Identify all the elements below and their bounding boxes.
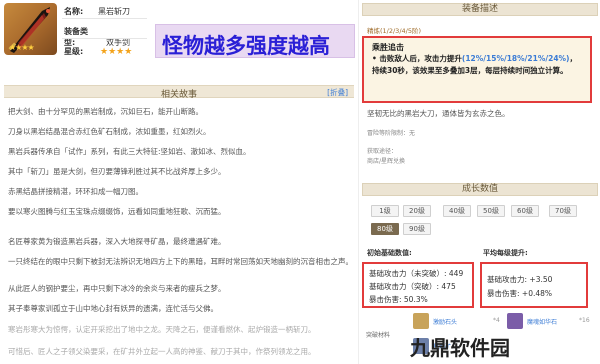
equip-header: 装备描述: [362, 3, 598, 16]
material-item[interactable]: 激励石头 *4: [413, 313, 503, 331]
base-stat: 暴击伤害: 50.3%: [369, 295, 428, 304]
site-watermark: 九鼎软件园: [410, 336, 510, 360]
avg-stats-box: 基础攻击力: +3.50 暴击伤害: +0.48%: [480, 262, 588, 308]
weapon-description: 坚韧无比的黑岩大刀，通体皆为玄赤之色。: [367, 109, 510, 118]
base-stat: 基础攻击力（突破）: 475: [369, 282, 456, 291]
story-line: 黑岩兵器传承自「试作」系列，有此三大特征:坚如岩、澈如冰、烈似血。: [8, 147, 251, 156]
promo-banner: 怪物越多强度越高: [155, 24, 355, 58]
divider: [62, 38, 147, 39]
level-button-80[interactable]: 80级: [371, 223, 399, 235]
story-line: 把大剑、由十分罕见的黑岩制成，沉如巨石，能开山断路。: [8, 107, 203, 116]
source-value: 商店/星辉兑换: [367, 158, 406, 165]
weapon-image: ★★★★: [4, 3, 57, 55]
avg-stat: 基础攻击力: +3.50: [487, 275, 553, 284]
story-line: 名匠尊家黄为锻造黑岩兵器，深入大地探寻矿晶，最终遭遇矿难。: [8, 237, 226, 246]
story-line: 赤黑结晶拼接精湛，环环扣成一幅刀图。: [8, 187, 143, 196]
story-line: 其中「斩刀」虽是大剑，但刃要薄锋利胜过其不比战斧厚上多少。: [8, 167, 226, 176]
level-button-90[interactable]: 90级: [403, 223, 431, 235]
source-label: 获取途径：: [367, 148, 398, 155]
story-header: 相关故事 [折叠]: [4, 85, 354, 100]
fold-link[interactable]: [折叠]: [327, 87, 348, 98]
base-stats-heading: 初始基础数值:: [367, 249, 412, 257]
avg-stat: 暴击伤害: +0.48%: [487, 289, 553, 298]
story-line: 寒岩彤寒大为惊愕，认定开采挖出了地中之龙。天降之石，便谨看燃休、起炉锻造一柄斩刀…: [8, 325, 316, 334]
base-stat: 基础攻击力（未突破）: 449: [369, 269, 464, 278]
effect-text-pre: • 击败敌人后，攻击力提升: [372, 54, 462, 63]
growth-header: 成长数值: [362, 183, 598, 196]
avg-stats-heading: 平均每级提升:: [483, 249, 528, 257]
material-count: *4: [493, 317, 500, 324]
effect-values: (12%/15%/18%/21%/24%): [461, 54, 570, 63]
type-row: 装备类型: 双手剑: [64, 26, 130, 48]
story-line: 一只终结在的眼中只剩下被封无法辨识无地四方上下的黑暗，耳畔时常回荡如天地幽刻的沉…: [8, 257, 348, 266]
name-label: 名称:: [64, 7, 84, 16]
promo-text: 怪物越多强度越高: [162, 34, 330, 58]
effect-title: 乘胜追击: [372, 43, 404, 52]
thumb-stars: ★★★★: [9, 43, 35, 52]
left-column: ★★★★ 名称: 黑岩斩刀 装备类型: 双手剑 星级: ★★★★ 怪物越多强度越高 相…: [0, 0, 358, 364]
story-line: 其子奉尊家训孤立于山中地心封有妖异的遗满，连忙活与父佛。: [8, 304, 218, 313]
level-button-40[interactable]: 40级: [443, 205, 471, 217]
passive-effect-box: 乘胜追击 • 击败敌人后，攻击力提升(12%/15%/18%/21%/24%)，…: [362, 36, 592, 103]
effect-text: • 击败敌人后，攻击力提升(12%/15%/18%/21%/24%)，持续30秒…: [372, 53, 584, 77]
level-button-1[interactable]: 1级: [371, 205, 399, 217]
story-line: 刀身以黑岩结晶混合赤红色矿石制成，浓如重墨，红如烈火。: [8, 127, 211, 136]
material-count: *16: [579, 317, 590, 324]
divider: [62, 18, 147, 19]
material-name: 激励石头: [433, 319, 458, 326]
story-title: 相关故事: [160, 90, 197, 100]
material-icon: [413, 313, 429, 329]
rarity-stars: ★★★★: [100, 47, 133, 57]
rank-limit: 冒险等阶限制：无: [367, 130, 416, 137]
level-button-70[interactable]: 70级: [549, 205, 577, 217]
type-label: 装备类型:: [64, 27, 88, 47]
material-icon: [507, 313, 523, 329]
material-name: 魔魂如华石: [527, 319, 558, 326]
name-value: 黑岩斩刀: [98, 7, 130, 16]
level-button-20[interactable]: 20级: [403, 205, 431, 217]
rarity-row: 星级: ★★★★: [64, 46, 132, 57]
story-line: 要以寒火图腾与红玉宝珠点缀缀饰，远看如同重地狂歌、沉而猛。: [8, 207, 226, 216]
name-row: 名称: 黑岩斩刀: [64, 6, 130, 17]
story-line: 从此匠人的钢护要尘，再中只剩下冰冷的余炎与来者的瘦兵之梦。: [8, 284, 226, 293]
refine-label: 精炼(1/2/3/4/5阶): [367, 27, 422, 35]
base-stats-box: 基础攻击力（未突破）: 449 基础攻击力（突破）: 475 暴击伤害: 50.…: [362, 262, 474, 308]
rarity-label: 星级:: [64, 47, 84, 56]
story-line: 可惜后、匠人之子领父染要采，在矿井外立起一人高的神鉴、献刀于其中，作祭列领龙之用…: [8, 347, 316, 356]
material-item[interactable]: 魔魂如华石 *16: [507, 313, 597, 331]
materials-label: 突破材料: [366, 332, 391, 339]
level-button-60[interactable]: 60级: [511, 205, 539, 217]
level-button-50[interactable]: 50级: [477, 205, 505, 217]
right-column: 装备描述 精炼(1/2/3/4/5阶) 乘胜追击 • 击败敌人后，攻击力提升(1…: [358, 0, 600, 364]
